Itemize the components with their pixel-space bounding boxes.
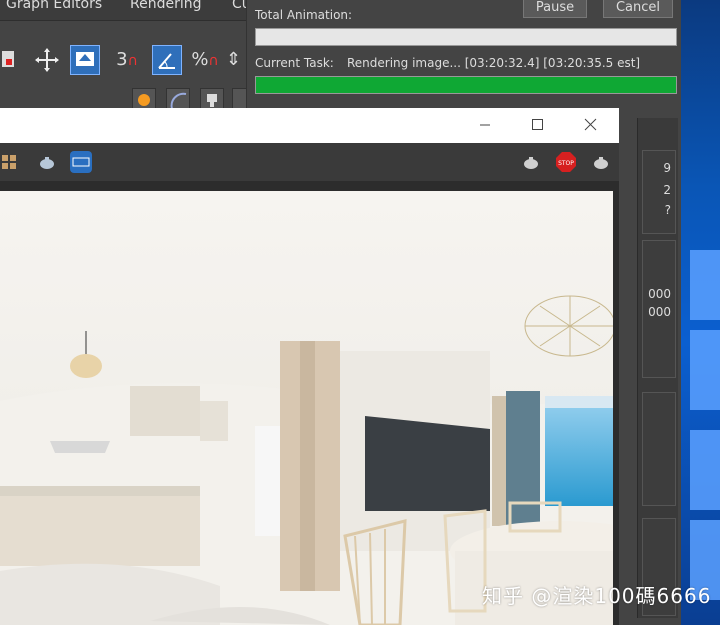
- render-parameters-panel: 9 2 ? 000 000: [637, 118, 678, 618]
- windows-logo-pane: [690, 250, 720, 320]
- minimize-button[interactable]: [462, 108, 508, 143]
- teapot-render-icon[interactable]: [520, 151, 542, 173]
- watermark: 知乎 @渲染100碼6666: [482, 584, 712, 608]
- spinner-snap-icon[interactable]: ⇕: [226, 45, 241, 75]
- snap-value: 3: [116, 49, 128, 70]
- render-stats-value: 000: [648, 305, 671, 319]
- move-icon[interactable]: [32, 45, 62, 75]
- current-task-status: Rendering image... [03:20:32.4] [03:20:3…: [347, 56, 641, 70]
- close-button[interactable]: [566, 108, 612, 143]
- render-info-value: ?: [664, 203, 671, 217]
- render-setup-icon[interactable]: [0, 45, 30, 75]
- windows-logo-pane: [690, 430, 720, 510]
- current-task-label: Current Task:: [255, 56, 334, 70]
- percent-snap-label: %: [191, 49, 209, 70]
- stop-label: STOP: [558, 160, 574, 167]
- windows-logo-pane: [690, 330, 720, 410]
- frame-buffer-titlebar[interactable]: [0, 108, 619, 143]
- pause-button[interactable]: Pause: [523, 0, 587, 18]
- total-animation-progress-bar: [255, 28, 677, 46]
- percent-snap-icon[interactable]: %∩: [190, 45, 220, 75]
- angle-snap-icon[interactable]: [152, 45, 182, 75]
- teapot-icon[interactable]: [36, 151, 58, 173]
- menu-rendering[interactable]: Rendering: [130, 0, 202, 12]
- snap-toggle-icon[interactable]: 3∩: [112, 45, 142, 75]
- menu-bar: Graph Editors Rendering Cu: [0, 0, 251, 20]
- cancel-button[interactable]: Cancel: [603, 0, 673, 18]
- max-main-window: Graph Editors Rendering Cu 3∩ %∩ ⇕: [0, 0, 256, 120]
- total-animation-label: Total Animation:: [255, 8, 353, 22]
- channel-icon[interactable]: [0, 151, 22, 173]
- render-info-value: 9: [663, 161, 671, 175]
- render-settings-group: [642, 392, 676, 506]
- main-toolbar: 3∩ %∩ ⇕: [0, 20, 250, 89]
- select-object-icon[interactable]: [70, 45, 100, 75]
- maximize-button[interactable]: [514, 108, 560, 143]
- render-info-group: 9 2 ?: [642, 150, 676, 234]
- stop-icon[interactable]: STOP: [555, 151, 577, 173]
- frame-buffer-window: STOP: [0, 108, 619, 625]
- rendered-image: [0, 191, 613, 625]
- teapot-icon[interactable]: [590, 151, 612, 173]
- render-stats-group: 000 000: [642, 240, 676, 378]
- render-stats-value: 000: [648, 287, 671, 301]
- current-task-progress-fill: [256, 77, 676, 93]
- current-task-progress-bar: [255, 76, 677, 94]
- menu-graph-editors[interactable]: Graph Editors: [6, 0, 102, 12]
- frame-buffer-toolbar: STOP: [0, 143, 619, 181]
- film-icon[interactable]: [70, 151, 92, 173]
- render-info-value: 2: [663, 183, 671, 197]
